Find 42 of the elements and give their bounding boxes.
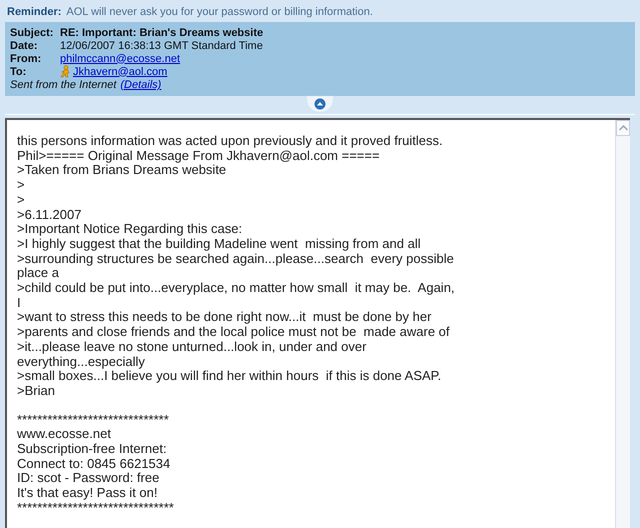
field-label: Date: <box>10 40 39 52</box>
message-line: > <box>17 178 26 193</box>
message-line: >child could be put into...everyplace, no matter how small it may be. Again, <box>17 281 456 296</box>
message-line: >Brian <box>17 384 56 399</box>
scroll-up-icon <box>618 125 628 131</box>
collapse-button[interactable] <box>307 96 333 112</box>
date-text: 12/06/2007 16:38:13 GMT Standard Time <box>60 40 263 52</box>
message-line: >surrounding structures be searched again...please...search every possible <box>17 252 455 266</box>
signature-line: ****************************** <box>17 412 170 428</box>
message-line: >small boxes...I believe you will find her within hours if this is done ASAP. <box>17 369 442 384</box>
person-icon <box>60 65 71 78</box>
sent-note: Sent from the Internet <box>10 79 116 91</box>
message-line: >it...please leave no stone unturned...look in, under and over <box>17 340 368 355</box>
recipient-link[interactable]: Jkhavern@aol.com <box>73 66 168 78</box>
field-label: From: <box>10 52 42 64</box>
message-line: Phil>===== Original Message From Jkhavern@aol.com ===== <box>17 148 380 164</box>
signature-line: It's that easy! Pass it on! <box>17 486 158 501</box>
message-line: >I highly suggest that the building Madeline went missing from and all <box>17 236 422 252</box>
signature-line: Connect to: 0845 6621534 <box>17 456 172 472</box>
message-line: I <box>17 296 22 310</box>
field-label: To: <box>10 66 28 78</box>
message-line: everything...especially <box>17 354 146 370</box>
signature-line: ID: scot - Password: free <box>17 471 160 486</box>
signature-line: Subscription-free Internet: <box>17 442 168 457</box>
message-line: >Important Notice Regarding this case: <box>17 222 244 237</box>
field-label: Subject: <box>10 26 54 38</box>
message-line: place a <box>17 266 59 282</box>
signature-line: www.ecosse.net <box>17 427 112 442</box>
subject-text: RE: Important: Brian's Dreams website <box>60 26 264 38</box>
scrollbar[interactable] <box>615 120 630 528</box>
reminder-text: AOL will never ask you for your password or billing information. <box>66 6 373 18</box>
message-line: >Taken from Brians Dreams website <box>17 163 228 178</box>
message-line: >want to stress this needs to be done right now...it must be done by her <box>17 310 432 326</box>
message-line: >6.11.2007 <box>17 208 82 222</box>
message-line: >parents and close friends and the local police must not be made aware of <box>17 325 451 340</box>
message-line: > <box>17 192 26 208</box>
message-line: this persons information was acted upon previously and it proved fruitless. <box>17 134 444 149</box>
scroll-up-button[interactable] <box>616 120 630 136</box>
reminder-label: Reminder: <box>7 6 62 18</box>
sender-link[interactable]: philmccann@ecosse.net <box>60 52 180 64</box>
signature-line: ******************************* <box>17 500 175 516</box>
details-link[interactable]: (Details) <box>120 79 162 91</box>
